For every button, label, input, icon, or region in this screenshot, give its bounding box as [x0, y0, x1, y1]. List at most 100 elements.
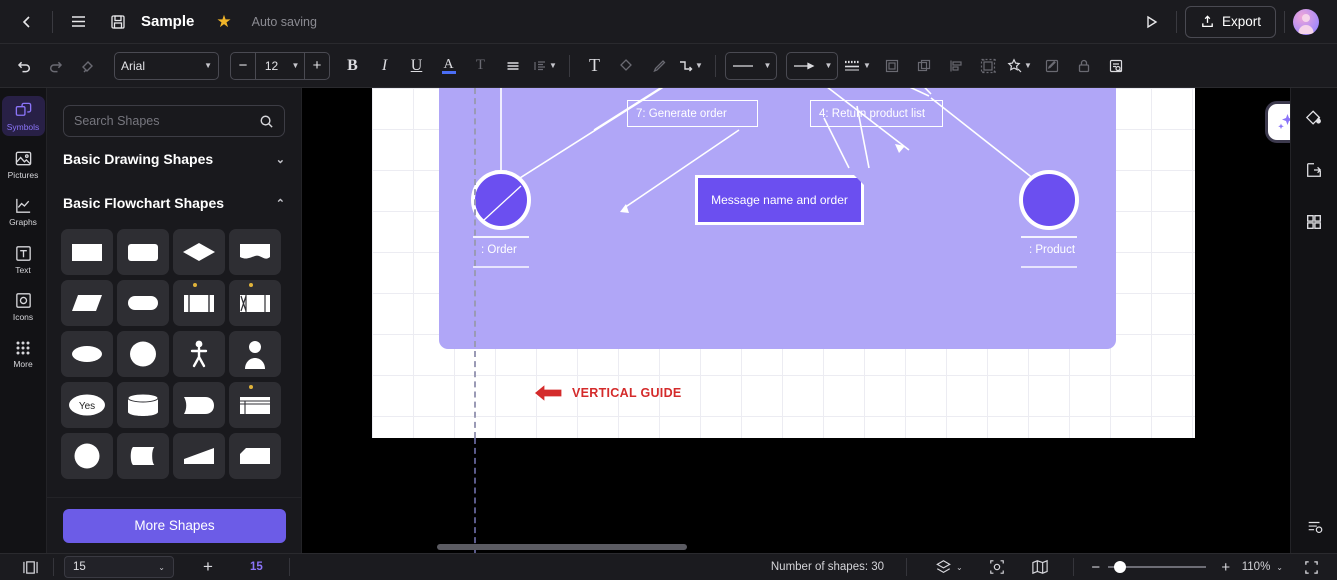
sidebar-item-text[interactable]: Text [2, 239, 45, 279]
shape-card[interactable] [229, 433, 281, 479]
menu-button[interactable] [61, 5, 95, 39]
diagram-frame[interactable]: : Order : Product : Website 8: Return or… [439, 88, 1116, 349]
sidebar-item-pictures[interactable]: Pictures [2, 144, 45, 184]
bold-button[interactable]: B [337, 51, 368, 81]
chevron-down-icon[interactable]: ⌄ [1276, 563, 1283, 572]
add-page-button[interactable]: + [196, 556, 220, 578]
redo-button[interactable] [40, 51, 71, 81]
shape-parallelogram-data[interactable] [61, 280, 113, 326]
align-button[interactable] [497, 51, 528, 81]
group-button[interactable] [972, 51, 1003, 81]
shape-document[interactable] [229, 229, 281, 275]
vertical-guide-line-on-page[interactable] [474, 88, 476, 438]
fullscreen-button[interactable] [1299, 556, 1323, 578]
font-family-select[interactable]: Arial ▼ [114, 51, 219, 80]
font-size-decrease[interactable]: − [231, 53, 255, 79]
page-count-select[interactable]: 15 ⌄ [64, 556, 174, 578]
shape-internal-storage[interactable] [229, 280, 281, 326]
font-size-chevron[interactable]: ▼ [287, 52, 305, 79]
shape-person-user[interactable] [229, 331, 281, 377]
canvas-page[interactable]: : Order : Product : Website 8: Return or… [372, 88, 1195, 438]
font-color-button[interactable]: A [433, 51, 464, 81]
replace-swap-button[interactable] [1297, 154, 1331, 186]
lock-button[interactable] [1068, 51, 1099, 81]
more-shapes-button[interactable]: More Shapes [63, 508, 286, 543]
back-button[interactable] [10, 5, 44, 39]
sidebar-item-more[interactable]: More [2, 334, 45, 373]
canvas-area[interactable]: : Order : Product : Website 8: Return or… [302, 88, 1337, 553]
shape-direct-access-storage[interactable] [117, 433, 169, 479]
format-painter-button[interactable] [72, 51, 103, 81]
message-4-return-product-list[interactable]: 4: Return product list [810, 100, 943, 127]
shape-predefined-process[interactable] [173, 280, 225, 326]
fill-color-button[interactable] [611, 51, 642, 81]
effects-button[interactable]: ▼ [1004, 51, 1035, 81]
arrow-style-select[interactable]: ▼ [786, 51, 838, 80]
star-icon[interactable]: ★ [216, 12, 231, 32]
properties-panel-button[interactable] [1298, 511, 1332, 543]
sidebar-item-graphs[interactable]: Graphs [2, 191, 45, 231]
shape-rounded-rectangle[interactable] [117, 229, 169, 275]
edit-button[interactable] [1036, 51, 1067, 81]
shape-circle[interactable] [117, 331, 169, 377]
zoom-knob[interactable] [1113, 561, 1126, 573]
font-size-increase[interactable]: + [305, 53, 329, 79]
shape-ellipse[interactable] [61, 331, 113, 377]
vertical-guide-line[interactable] [474, 438, 476, 553]
save-button[interactable] [101, 5, 135, 39]
page-panel-button[interactable] [18, 556, 43, 578]
horizontal-scrollbar[interactable] [437, 544, 687, 550]
shape-stadium-terminator[interactable] [117, 280, 169, 326]
zoom-in-button[interactable]: + [1214, 556, 1238, 578]
minimap-button[interactable] [1027, 556, 1053, 578]
pen-button[interactable] [643, 51, 674, 81]
grid-apps-button[interactable] [1297, 206, 1331, 238]
bring-to-front-button[interactable] [876, 51, 907, 81]
chevron-up-icon[interactable]: ⌃ [276, 197, 285, 210]
italic-button[interactable]: I [369, 51, 400, 81]
avatar[interactable] [1293, 8, 1319, 35]
search-input[interactable] [74, 114, 259, 128]
strikethrough-button[interactable]: T [465, 51, 496, 81]
zoom-slider[interactable]: − + [1084, 556, 1238, 578]
shape-diamond-decision[interactable] [173, 229, 225, 275]
layers-button[interactable]: ⌄ [931, 556, 967, 578]
section-basic-drawing-shapes[interactable]: Basic Drawing Shapes ⌄ [63, 137, 285, 181]
shape-actor-stick-figure[interactable] [173, 331, 225, 377]
align-objects-button[interactable] [940, 51, 971, 81]
text-box-button[interactable]: T [579, 51, 610, 81]
focus-button[interactable] [985, 556, 1009, 578]
line-style-select[interactable]: ▼ [725, 51, 777, 80]
connector-button[interactable]: ▼ [675, 51, 706, 81]
theme-fill-button[interactable] [1297, 102, 1331, 134]
shape-delay[interactable] [173, 382, 225, 428]
section-basic-flowchart-shapes[interactable]: Basic Flowchart Shapes ⌃ [63, 181, 285, 225]
shape-cylinder-database[interactable] [117, 382, 169, 428]
shape-oval-yes[interactable]: Yes [61, 382, 113, 428]
underline-button[interactable]: U [401, 51, 432, 81]
chevron-down-icon[interactable]: ⌄ [276, 153, 285, 166]
zoom-track[interactable] [1107, 561, 1206, 573]
send-to-back-button[interactable] [908, 51, 939, 81]
sidebar-item-icons[interactable]: Icons [2, 286, 45, 326]
present-button[interactable] [1134, 5, 1168, 39]
line-spacing-button[interactable]: ▼ [529, 51, 560, 81]
shape-trapezoid-manual-operation[interactable] [173, 433, 225, 479]
search-shapes-box[interactable] [63, 105, 285, 137]
export-button[interactable]: Export [1184, 5, 1276, 38]
lifeline-product-circle[interactable] [1019, 170, 1079, 230]
shape-circle-connector[interactable] [61, 433, 113, 479]
search-icon[interactable] [259, 114, 274, 129]
note-message-name-and-order[interactable]: Message name and order [695, 175, 864, 225]
sidebar-item-symbols[interactable]: Symbols [1, 96, 45, 136]
shape-rectangle[interactable] [61, 229, 113, 275]
font-size-value[interactable]: 12 [255, 52, 287, 79]
undo-button[interactable] [8, 51, 39, 81]
shape-table-list[interactable] [229, 382, 281, 428]
notes-button[interactable] [1100, 51, 1131, 81]
zoom-out-button[interactable]: − [1084, 556, 1108, 578]
font-size-stepper[interactable]: − 12 ▼ + [230, 51, 330, 80]
line-weight-button[interactable]: ▼ [839, 51, 875, 81]
zoom-level-label[interactable]: 110% [1242, 561, 1271, 573]
current-page-tab[interactable]: 15 [242, 561, 271, 573]
